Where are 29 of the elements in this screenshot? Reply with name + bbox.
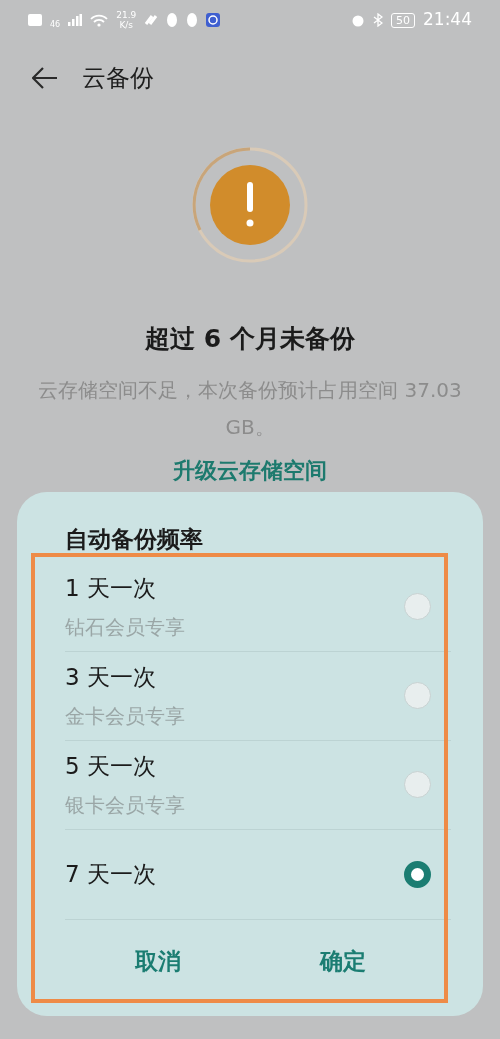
app-icon (144, 14, 159, 26)
option-note: 银卡会员专享 (65, 791, 185, 819)
confirm-button[interactable]: 确定 (309, 943, 376, 978)
warning-title: 超过 6 个月未备份 (144, 323, 356, 355)
music-app-icon (206, 13, 221, 27)
page-title: 云备份 (82, 63, 154, 94)
back-icon[interactable] (32, 67, 58, 89)
option-label: 1 天一次 (65, 574, 157, 604)
network-type: 46 (50, 19, 61, 31)
cancel-button[interactable]: 取消 (124, 943, 191, 978)
option-row[interactable]: 7 天一次 (65, 829, 451, 920)
battery-icon: 50 (391, 12, 415, 28)
radio-button[interactable] (404, 860, 431, 888)
option-row[interactable]: 1 天一次 钻石会员专享 (65, 562, 451, 652)
sheet-title: 自动备份频率 (65, 525, 204, 554)
option-note: 金卡会员专享 (65, 702, 185, 730)
network-speed: 21.9 (116, 10, 137, 20)
option-label: 7 天一次 (65, 859, 156, 889)
wifi-icon (90, 13, 109, 27)
option-label: 3 天一次 (65, 663, 157, 693)
option-note: 钻石会员专享 (65, 613, 185, 641)
speed-unit: K/s (118, 20, 134, 30)
clock: 21:44 (423, 8, 472, 32)
option-row[interactable]: 3 天一次 金卡会员专享 (65, 651, 451, 741)
option-label: 5 天一次 (65, 752, 157, 782)
signal-icon (68, 14, 83, 26)
warning-icon (191, 146, 309, 264)
bluetooth-icon (373, 13, 383, 27)
option-row[interactable]: 5 天一次 银卡会员专享 (65, 740, 451, 830)
